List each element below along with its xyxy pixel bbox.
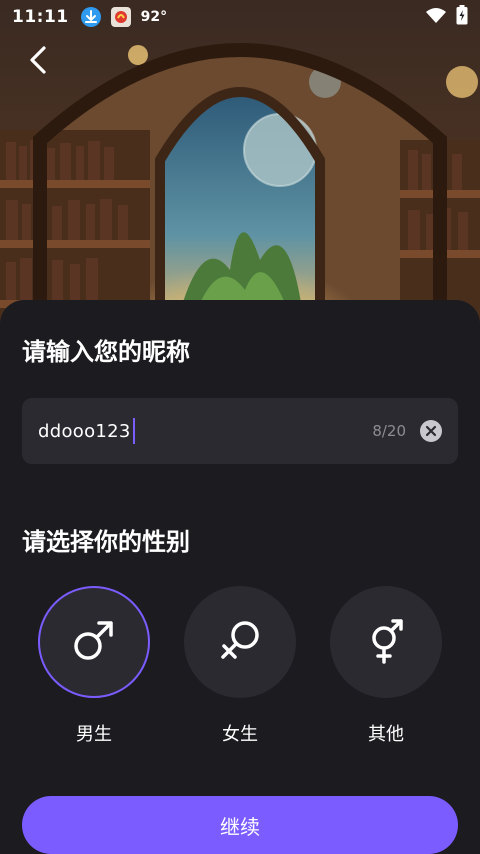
app-notification-icon [110,7,131,27]
gender-option-other[interactable]: 其他 [330,586,442,746]
back-button[interactable] [18,42,58,82]
nickname-value[interactable]: ddooo123 [38,421,131,442]
nickname-gender-sheet: 请输入您的昵称 ddooo123 8/20 请选择你的性别 男生 女生 其他 继… [0,300,480,854]
hero-illustration [0,0,480,330]
text-caret [132,418,135,444]
continue-button[interactable]: 继续 [22,796,458,854]
nickname-title: 请输入您的昵称 [22,338,190,366]
gender-title: 请选择你的性别 [22,528,190,556]
gender-label-female: 女生 [222,724,258,745]
gender-circle-other[interactable] [330,586,442,698]
gender-option-female[interactable]: 女生 [184,586,296,746]
chevron-left-icon [27,45,49,79]
gender-label-male: 男生 [76,724,112,745]
nickname-input[interactable]: ddooo123 8/20 [22,398,458,464]
gender-options: 男生 女生 其他 [0,586,480,746]
intersex-symbol-icon [362,616,410,668]
char-counter: 8/20 [372,422,406,440]
gender-circle-male[interactable] [38,586,150,698]
female-symbol-icon [216,616,264,668]
wifi-icon [426,7,446,27]
status-bar: 11:11 92° [0,0,480,34]
battery-charging-icon [456,5,468,29]
status-temperature: 92° [140,9,168,25]
gender-label-other: 其他 [368,724,404,745]
gender-circle-female[interactable] [184,586,296,698]
clear-button[interactable] [420,420,442,442]
clear-circle-icon [425,422,437,441]
download-icon [80,7,101,27]
male-symbol-icon [70,616,118,668]
gender-option-male[interactable]: 男生 [38,586,150,746]
status-time: 11:11 [12,7,69,27]
